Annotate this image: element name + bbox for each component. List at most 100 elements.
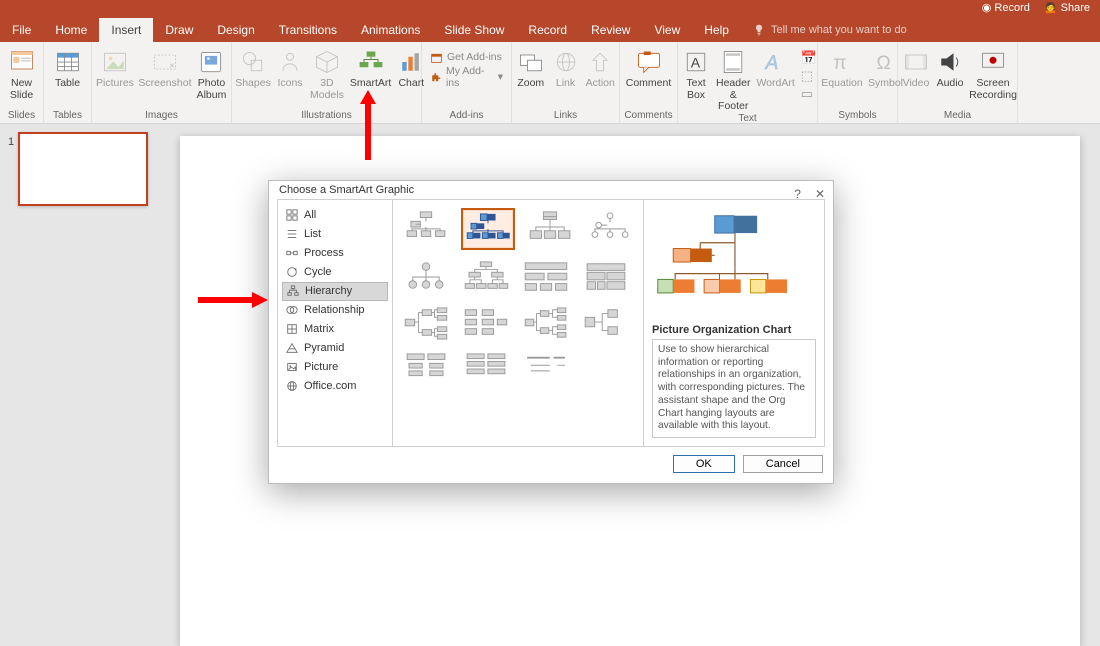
cat-picture[interactable]: Picture (282, 358, 388, 377)
picture-icon (286, 361, 298, 373)
textbox-icon: A (682, 48, 710, 76)
object-icon[interactable]: ▭ (801, 86, 817, 102)
tab-record[interactable]: Record (516, 18, 579, 42)
layout-horizontal-hierarchy[interactable] (521, 304, 571, 342)
tell-me-search[interactable]: Tell me what you want to do (753, 24, 907, 36)
list-icon (286, 228, 298, 240)
layout-horizontal-multi[interactable] (461, 304, 511, 342)
tab-file[interactable]: File (0, 18, 43, 42)
layout-grid (393, 200, 644, 446)
icons-button[interactable]: Icons (276, 44, 304, 90)
cat-matrix[interactable]: Matrix (282, 320, 388, 339)
group-comments-label: Comments (624, 110, 673, 123)
dialog-close-button[interactable]: ✕ (815, 187, 825, 201)
smartart-icon (357, 48, 385, 76)
link-icon (552, 48, 580, 76)
cat-pyramid[interactable]: Pyramid (282, 339, 388, 358)
layout-horizontal-labeled[interactable] (581, 304, 631, 342)
tab-draw[interactable]: Draw (153, 18, 205, 42)
shapes-button[interactable]: Shapes (236, 44, 270, 90)
pictures-icon (101, 48, 129, 76)
dialog-help-button[interactable]: ? (794, 187, 801, 201)
table-button[interactable]: Table (48, 44, 87, 90)
zoom-icon (517, 48, 545, 76)
record-button[interactable]: ◉ Record (982, 1, 1030, 14)
globe-icon (286, 380, 298, 392)
group-symbols-label: Symbols (822, 110, 893, 123)
layout-architecture[interactable] (521, 350, 571, 388)
layout-labeled-hierarchy[interactable] (521, 258, 571, 296)
tab-home[interactable]: Home (43, 18, 99, 42)
annotation-arrow-hierarchy (198, 290, 268, 310)
cat-cycle[interactable]: Cycle (282, 263, 388, 282)
group-tables-label: Tables (48, 110, 87, 123)
slidenum-icon[interactable]: ⬚ (801, 68, 817, 84)
layout-half-circle-org[interactable] (585, 208, 635, 246)
tab-review[interactable]: Review (579, 18, 642, 42)
screen-recording-button[interactable]: ScreenRecording (970, 44, 1016, 101)
svg-text:π: π (833, 53, 846, 74)
pictures-button[interactable]: Pictures (96, 44, 134, 90)
audio-button[interactable]: Audio (936, 44, 964, 90)
layout-hierarchy[interactable] (461, 258, 511, 296)
slide-thumbnail-1[interactable] (18, 132, 148, 206)
cat-relationship[interactable]: Relationship (282, 301, 388, 320)
dialog-title-bar[interactable]: Choose a SmartArt Graphic ? ✕ (269, 181, 833, 199)
cancel-button[interactable]: Cancel (743, 455, 823, 473)
date-icon[interactable]: 📅 (801, 50, 817, 66)
puzzle-icon (430, 71, 442, 84)
layout-lined-list[interactable] (461, 350, 511, 388)
layout-name-title-org[interactable] (525, 208, 575, 246)
tab-transitions[interactable]: Transitions (267, 18, 349, 42)
group-media-label: Media (902, 110, 1013, 123)
layout-picture-org-chart[interactable] (461, 208, 515, 250)
equation-icon: π (828, 48, 856, 76)
3d-models-button[interactable]: 3DModels (310, 44, 344, 101)
group-slides-label: Slides (4, 110, 39, 123)
tab-insert[interactable]: Insert (99, 18, 153, 42)
layout-hierarchy-list[interactable] (401, 350, 451, 388)
wordart-button[interactable]: AWordArt (756, 44, 794, 90)
cat-process[interactable]: Process (282, 244, 388, 263)
equation-button[interactable]: πEquation (822, 44, 862, 90)
header-footer-button[interactable]: Header& Footer (716, 44, 750, 113)
photo-album-icon (197, 48, 225, 76)
group-addins-label: Add-ins (426, 110, 507, 123)
textbox-button[interactable]: ATextBox (682, 44, 710, 101)
my-addins-button[interactable]: My Add-ins ▾ (426, 68, 507, 86)
tab-animations[interactable]: Animations (349, 18, 432, 42)
video-button[interactable]: Video (902, 44, 930, 90)
share-button[interactable]: 🙍 Share (1044, 1, 1090, 14)
dialog-title: Choose a SmartArt Graphic (279, 184, 414, 196)
slide-thumbnails-panel[interactable]: 1 (0, 124, 160, 641)
cat-officecom[interactable]: Office.com (282, 377, 388, 396)
ok-button[interactable]: OK (673, 455, 735, 473)
hierarchy-icon (287, 285, 299, 297)
layout-circle-picture-hier[interactable] (401, 258, 451, 296)
comment-icon (635, 48, 663, 76)
link-button[interactable]: Link (552, 44, 580, 90)
wordart-icon: A (762, 48, 790, 76)
svg-text:A: A (691, 54, 701, 70)
cycle-icon (286, 266, 298, 278)
layout-table-hierarchy[interactable] (581, 258, 631, 296)
screenshot-button[interactable]: Screenshot (140, 44, 190, 90)
comment-button[interactable]: Comment (624, 44, 673, 90)
ribbon-tab-strip: File Home Insert Draw Design Transitions… (0, 18, 1100, 42)
zoom-button[interactable]: Zoom (516, 44, 546, 90)
tab-view[interactable]: View (642, 18, 692, 42)
layout-org-chart[interactable] (401, 208, 451, 246)
cat-list[interactable]: List (282, 225, 388, 244)
tab-help[interactable]: Help (692, 18, 741, 42)
photo-album-button[interactable]: PhotoAlbum (196, 44, 227, 101)
get-addins-button[interactable]: Get Add-ins (426, 48, 507, 66)
tab-design[interactable]: Design (205, 18, 266, 42)
smartart-button[interactable]: SmartArt (350, 44, 391, 90)
cat-hierarchy[interactable]: Hierarchy (282, 282, 388, 301)
layout-horizontal-org[interactable] (401, 304, 451, 342)
cat-all[interactable]: All (282, 206, 388, 225)
new-slide-button[interactable]: NewSlide (4, 44, 39, 101)
tab-slideshow[interactable]: Slide Show (432, 18, 516, 42)
relationship-icon (286, 304, 298, 316)
action-button[interactable]: Action (586, 44, 616, 90)
